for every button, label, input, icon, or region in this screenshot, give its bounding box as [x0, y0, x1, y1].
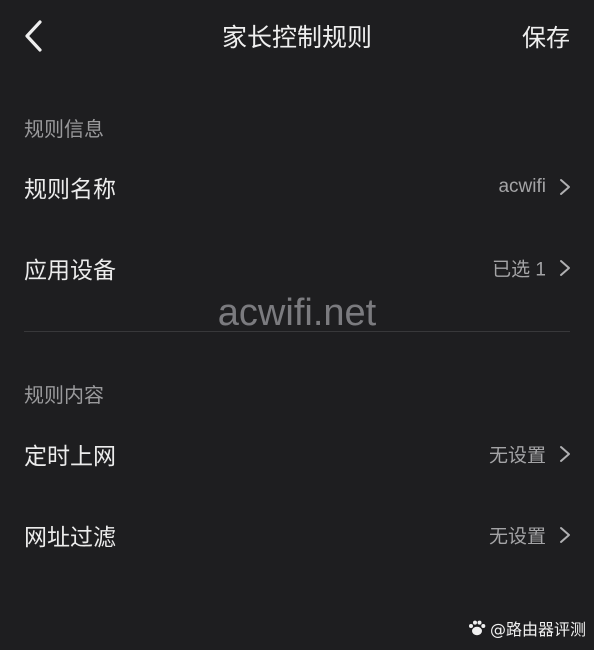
rule-name-label: 规则名称: [24, 177, 116, 203]
paw-icon: [468, 620, 486, 636]
back-button[interactable]: [18, 16, 54, 56]
rule-name-row[interactable]: 规则名称 acwifi: [0, 152, 594, 222]
source-badge: @路由器评测: [467, 616, 586, 640]
applied-devices-label: 应用设备: [24, 258, 116, 284]
source-badge-text: @路由器评测: [489, 620, 586, 639]
url-filter-row[interactable]: 网址过滤 无设置: [0, 500, 594, 570]
applied-devices-value: 已选 1: [492, 259, 546, 281]
chevron-right-icon: [560, 527, 570, 543]
page-title: 家长控制规则: [221, 23, 372, 52]
applied-devices-row[interactable]: 应用设备 已选 1: [0, 233, 594, 303]
rule-name-value: acwifi: [498, 176, 546, 197]
chevron-left-icon: [25, 20, 42, 52]
scheduled-access-value: 无设置: [488, 445, 546, 467]
chevron-right-icon: [560, 179, 570, 195]
chevron-right-icon: [560, 446, 570, 462]
section-title-rule-info: 规则信息: [24, 117, 104, 141]
save-button[interactable]: 保存: [522, 18, 570, 53]
section-title-rule-content: 规则内容: [24, 383, 104, 407]
scheduled-access-row[interactable]: 定时上网 无设置: [0, 419, 594, 489]
url-filter-label: 网址过滤: [24, 525, 116, 551]
scheduled-access-label: 定时上网: [24, 444, 116, 470]
top-bar: 家长控制规则 保存: [0, 0, 594, 72]
url-filter-value: 无设置: [488, 526, 546, 548]
section-divider: [24, 331, 570, 332]
chevron-right-icon: [560, 260, 570, 276]
